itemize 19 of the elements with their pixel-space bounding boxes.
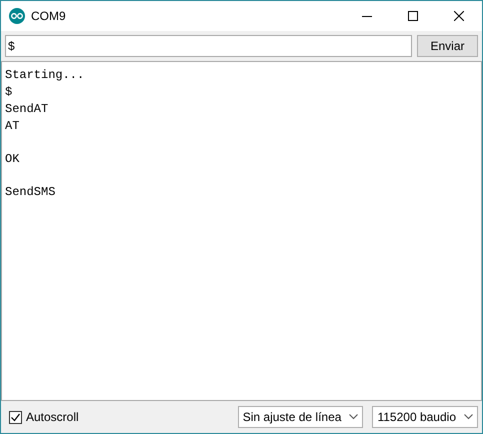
send-button[interactable]: Enviar	[417, 35, 478, 57]
app-logo-icon	[9, 8, 25, 24]
line-ending-dropdown[interactable]: Sin ajuste de línea	[238, 406, 364, 428]
close-icon	[454, 11, 464, 21]
output-line: SendAT	[5, 102, 48, 116]
autoscroll-checkbox[interactable]	[9, 410, 22, 424]
output-line: Starting...	[5, 68, 84, 82]
output-line: SendSMS	[5, 185, 56, 199]
output-line: $	[5, 85, 12, 99]
window-title: COM9	[31, 8, 66, 25]
maximize-icon	[408, 11, 418, 21]
caret-icon	[349, 414, 358, 420]
caret-icon	[464, 414, 473, 420]
baud-rate-dropdown[interactable]: 115200 baudio	[372, 406, 478, 428]
message-input-field[interactable]: $	[5, 35, 412, 57]
output-line: OK	[5, 152, 20, 166]
autoscroll-label: Autoscroll	[26, 409, 79, 426]
output-line: AT	[5, 119, 20, 133]
checkmark-icon	[10, 412, 21, 422]
